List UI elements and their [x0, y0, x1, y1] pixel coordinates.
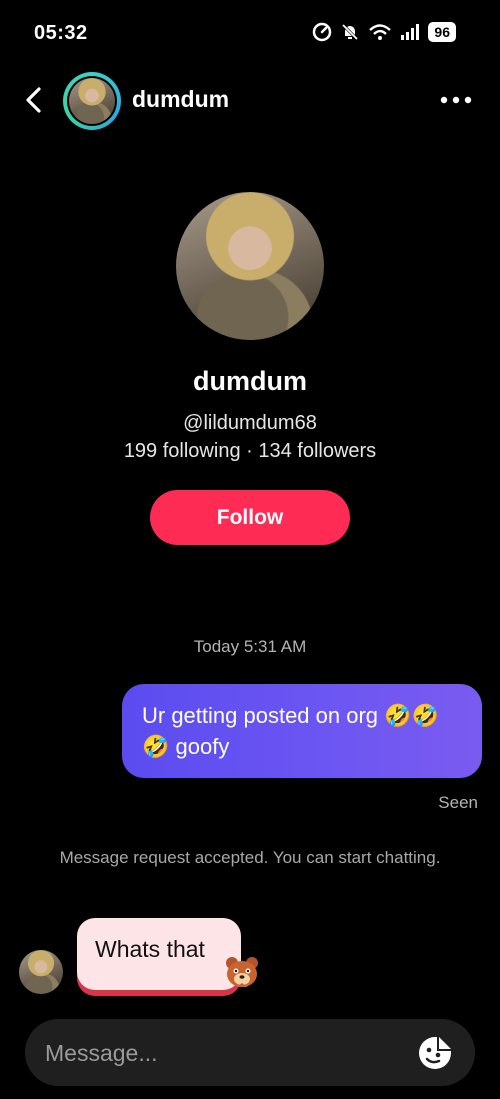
more-options-button[interactable] [440, 90, 472, 110]
sticker-icon [419, 1037, 451, 1069]
follow-button[interactable]: Follow [150, 490, 350, 545]
status-time: 05:32 [34, 22, 88, 44]
profile-name: dumdum [193, 366, 307, 396]
chevron-left-icon [26, 87, 41, 113]
sent-message-bubble[interactable]: Ur getting posted on org 🤣🤣🤣 goofy [122, 684, 482, 778]
avatar [69, 78, 115, 124]
profile-avatar[interactable] [176, 192, 324, 340]
chat-header: dumdum [0, 66, 500, 136]
sticker-button[interactable] [417, 1035, 453, 1071]
system-message: Message request accepted. You can start … [59, 848, 441, 867]
mute-icon [340, 22, 360, 42]
received-message-bubble[interactable]: Whats that [77, 918, 241, 990]
reaction-sticker-icon [222, 953, 262, 993]
seen-status: Seen [438, 793, 478, 812]
header-username[interactable]: dumdum [132, 86, 229, 113]
signal-icon [400, 22, 420, 42]
message-composer [25, 1019, 475, 1088]
profile-handle: @lildumdum68 [183, 412, 317, 434]
data-saver-icon [312, 22, 332, 42]
message-input[interactable] [43, 1019, 407, 1088]
more-horizontal-icon [440, 96, 472, 104]
wifi-icon [368, 22, 392, 42]
message-timestamp: Today 5:31 AM [193, 637, 307, 656]
status-bar: 05:32 96 [0, 0, 500, 66]
header-avatar[interactable] [63, 72, 121, 130]
status-icons: 96 [312, 22, 456, 42]
battery-icon: 96 [428, 22, 456, 42]
back-button[interactable] [20, 84, 48, 116]
sender-avatar[interactable] [19, 950, 63, 994]
profile-stats: 199 following · 134 followers [123, 440, 377, 462]
